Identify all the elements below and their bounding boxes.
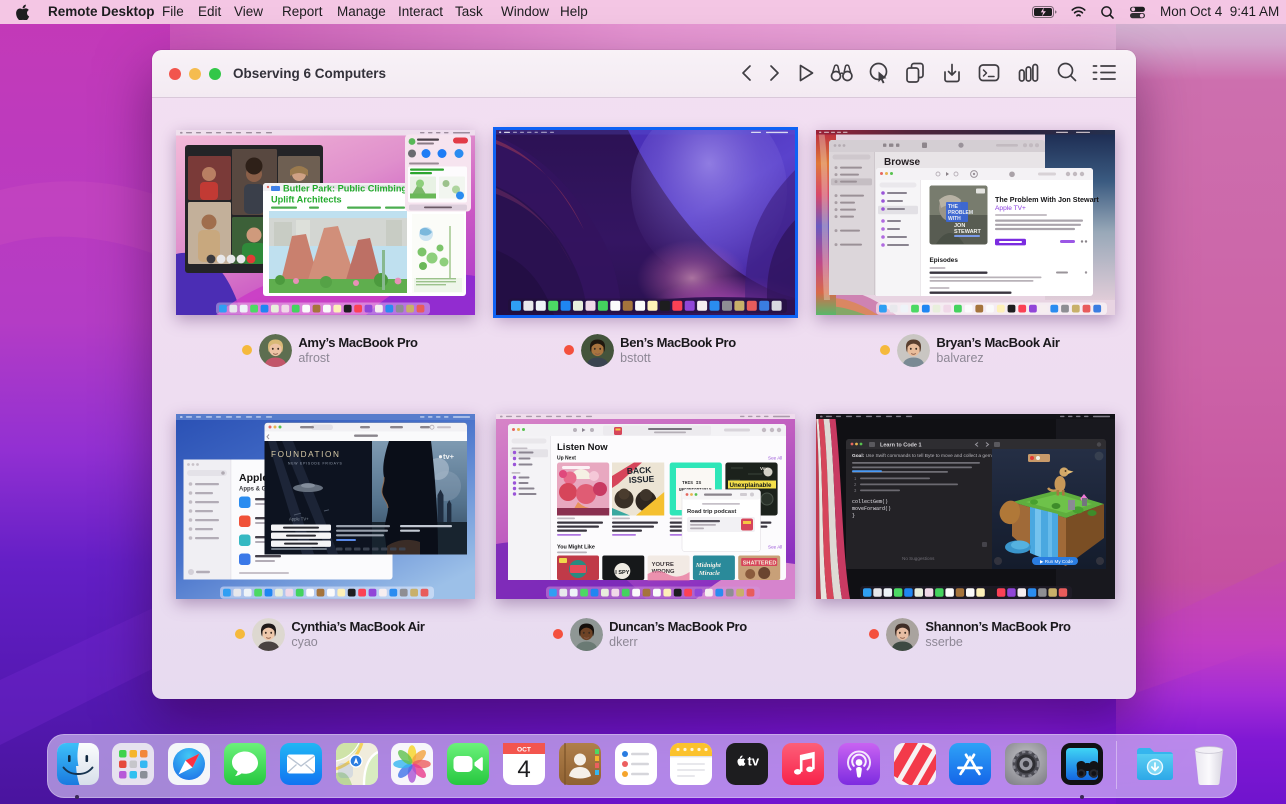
svg-text:I SPY: I SPY [615,570,629,576]
svg-text:SHATTERED: SHATTERED [742,561,776,567]
svg-text:The Problem With Jon Stewart: The Problem With Jon Stewart [995,195,1099,204]
svg-text:Butler Park: Public Climbing W: Butler Park: Public Climbing Wal [283,184,426,194]
svg-text:THIS IS: THIS IS [682,480,702,486]
svg-text:See All: See All [768,456,782,461]
svg-text:Road trip podcast: Road trip podcast [687,509,736,515]
svg-text:Apple: Apple [239,472,268,484]
svg-text:collectGem(): collectGem() [852,499,888,505]
svg-text:See All: See All [768,545,782,550]
svg-text:Apple TV+: Apple TV+ [289,517,309,522]
svg-text:OCT: OCT [517,747,531,754]
svg-text:ISSUE: ISSUE [628,474,654,485]
svg-text:4: 4 [517,756,530,783]
svg-text:Unexplainable: Unexplainable [729,482,772,489]
svg-text:No Suggestions: No Suggestions [902,556,935,561]
svg-text:Browse: Browse [884,157,921,168]
svg-text:Uplift Architects: Uplift Architects [271,195,342,205]
svg-text:Midnight: Midnight [694,562,720,569]
svg-text:WITH: WITH [948,216,961,222]
svg-text:Apple TV+: Apple TV+ [995,205,1026,212]
svg-text:▶ Run My Code: ▶ Run My Code [1040,559,1073,564]
svg-text:Miracle: Miracle [697,570,719,577]
svg-text:Episodes: Episodes [929,257,958,264]
svg-text:tv: tv [748,754,760,769]
svg-text:Up Next: Up Next [557,456,576,462]
svg-text:moveForward(): moveForward() [852,506,891,512]
svg-text:Goal: Use Swift commands to te: Goal: Use Swift commands to tell Byte to… [852,453,993,459]
svg-text:Learn to Code 1: Learn to Code 1 [880,443,922,449]
svg-text:NEW EPISODE FRIDAYS: NEW EPISODE FRIDAYS [288,462,343,466]
svg-text:STEWART: STEWART [954,229,982,235]
svg-text:tv+: tv+ [443,452,455,461]
svg-text:You Might Like: You Might Like [557,545,595,551]
svg-text:}: } [852,513,855,519]
svg-text:FOUNDATION: FOUNDATION [271,450,341,459]
svg-text:Listen Now: Listen Now [557,442,608,453]
svg-text:YOU’RE: YOU’RE [651,562,673,568]
